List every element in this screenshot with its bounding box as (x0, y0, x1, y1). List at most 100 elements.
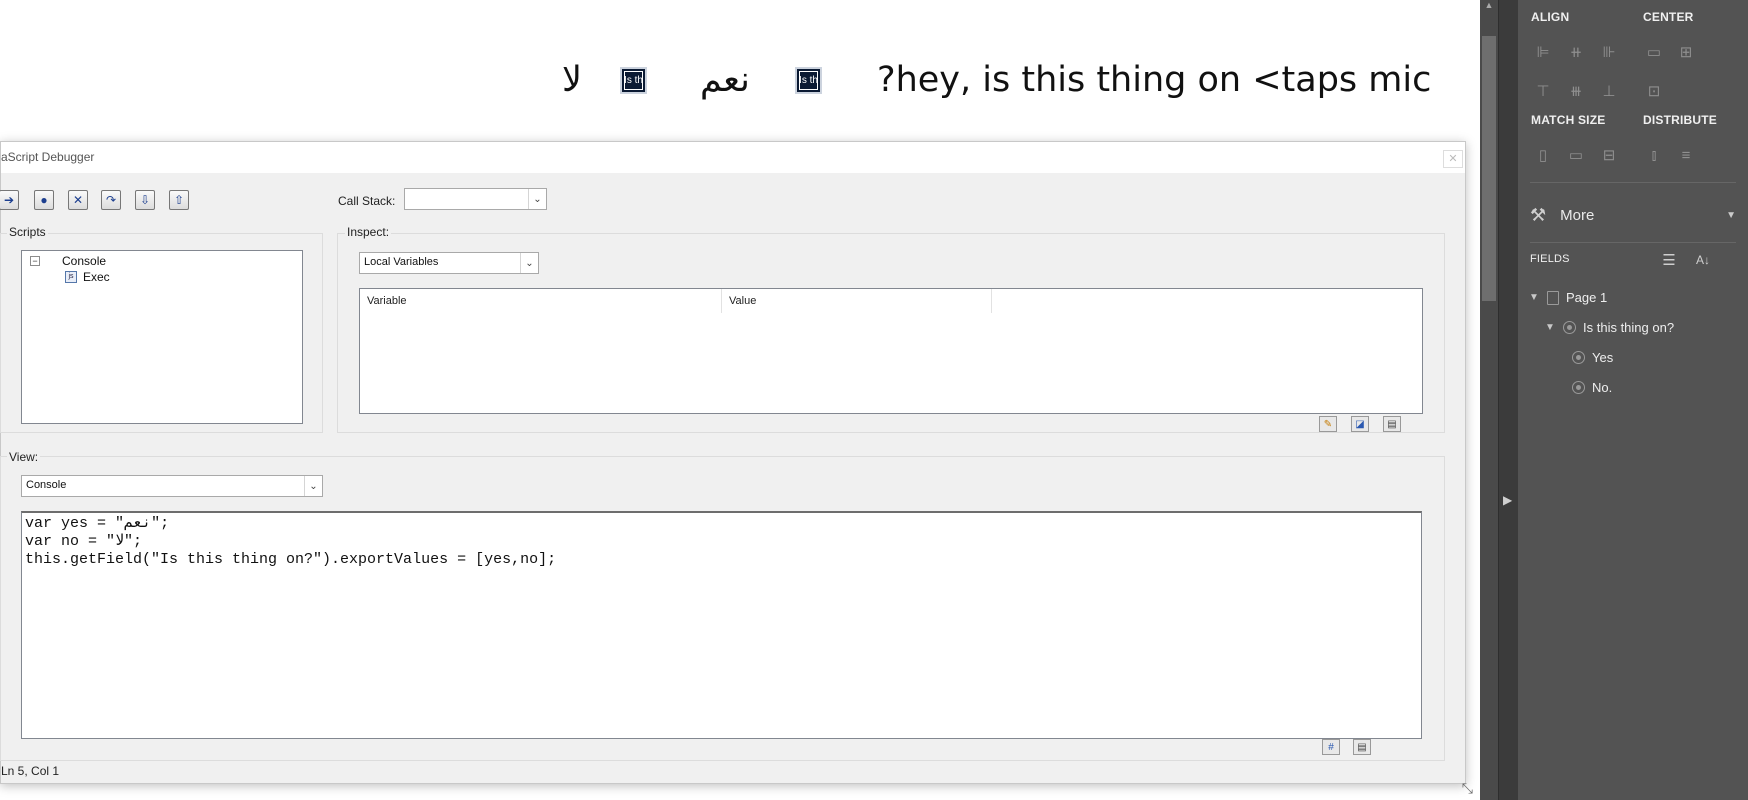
chevron-down-icon: ⌄ (528, 189, 546, 209)
chevron-down-icon[interactable]: ▼ (1544, 322, 1556, 333)
field-option-no-label: No. (1592, 380, 1613, 395)
match-size-title: MATCH SIZE (1531, 113, 1606, 127)
question-text-group: ?hey, is this thing on <taps mic (877, 55, 1431, 105)
fields-title: FIELDS (1530, 253, 1570, 265)
center-vertically-icon[interactable]: ⊞ (1675, 41, 1697, 63)
code-line: this.getField("Is this thing on?").expor… (25, 551, 557, 568)
resize-grip-icon[interactable]: ⤡ (1462, 780, 1473, 797)
delete-icon[interactable]: ▤ (1383, 416, 1401, 432)
code-line: var no = "لا"; (25, 533, 143, 550)
clear-console-icon[interactable]: ▤ (1353, 739, 1371, 755)
align-right-icon[interactable]: ⊪ (1598, 41, 1620, 63)
panel-gutter: ▶ (1498, 0, 1518, 800)
align-top-icon[interactable]: ⊤ (1532, 80, 1554, 102)
step-out-icon[interactable]: ⇧ (169, 190, 189, 210)
chevron-down-icon: ⌄ (520, 253, 538, 273)
scroll-up-icon[interactable]: ▲ (1480, 0, 1498, 14)
console-editor[interactable]: var yes = "نعم"; var no = "لا"; this.get… (21, 511, 1422, 739)
yes-option-text-group: نعم (700, 55, 750, 105)
align-bottom-icon[interactable]: ⊥ (1598, 80, 1620, 102)
field-option-no[interactable]: No. (1572, 380, 1612, 395)
inspect-select[interactable]: Local Variables ⌄ (359, 252, 539, 274)
inspect-label: Inspect: (345, 225, 392, 239)
field-option-yes[interactable]: Yes (1572, 350, 1613, 365)
debugger-titlebar[interactable]: aScript Debugger ✕ (1, 142, 1465, 173)
tree-item-console[interactable]: − Console (30, 254, 106, 268)
alphabetical-sort-icon[interactable]: A↓ (1692, 249, 1714, 271)
radio-group-icon (1563, 321, 1576, 334)
code-line: var yes = "نعم"; (25, 515, 170, 532)
script-icon: js (65, 271, 77, 283)
call-stack-select[interactable]: ⌄ (404, 188, 547, 210)
more-button[interactable]: ⚒ More ▼ (1530, 203, 1736, 227)
watch-icon[interactable]: ◪ (1351, 416, 1369, 432)
match-width-icon[interactable]: ▭ (1565, 144, 1587, 166)
view-select[interactable]: Console ⌄ (21, 475, 323, 497)
radio-button-icon (1572, 381, 1585, 394)
edit-icon[interactable]: ✎ (1319, 416, 1337, 432)
match-both-icon[interactable]: ⊟ (1598, 144, 1620, 166)
status-bar: Ln 5, Col 1 ⤡ (1, 761, 1473, 796)
page-icon (1547, 290, 1559, 305)
distribute-title: DISTRIBUTE (1643, 113, 1717, 127)
resume-icon[interactable]: ➔ (0, 190, 19, 210)
step-into-icon[interactable]: ⇩ (135, 190, 155, 210)
breakpoint-icon[interactable]: ● (34, 190, 54, 210)
radio-button-icon (1572, 351, 1585, 364)
align-center-horizontal-icon[interactable]: ⧺ (1565, 41, 1587, 63)
inspect-select-value: Local Variables (364, 256, 439, 268)
clear-icon[interactable]: ✕ (68, 190, 88, 210)
field-page-label: Page 1 (1566, 290, 1608, 305)
field-radio-group[interactable]: ▼ Is this thing on? (1544, 320, 1674, 335)
chevron-down-icon[interactable]: ▼ (1528, 292, 1540, 303)
javascript-debugger-window: aScript Debugger ✕ ➔ ● ✕ ↷ ⇩ ⇧ Call Stac… (0, 141, 1473, 796)
match-height-icon[interactable]: ▯ (1532, 144, 1554, 166)
no-option-text-group: لا (562, 55, 582, 105)
value-column-header[interactable]: Value (722, 289, 992, 313)
prepare-form-panel: ALIGN CENTER ⊫ ⧺ ⊪ ▭ ⊞ ⊤ ⧻ ⊥ ⊡ MATCH SIZ… (1518, 0, 1748, 800)
cursor-position: Ln 5, Col 1 (1, 764, 60, 778)
center-horizontally-icon[interactable]: ▭ (1643, 41, 1665, 63)
more-label: More (1560, 206, 1595, 224)
close-button[interactable]: ✕ (1443, 150, 1463, 168)
line-numbers-icon[interactable]: # (1322, 739, 1340, 755)
view-label: View: (7, 450, 41, 464)
scripts-tree[interactable]: − Console js Exec (21, 250, 303, 424)
field-group-label: Is this thing on? (1583, 320, 1675, 335)
tree-item-console-label: Console (62, 254, 107, 268)
call-stack-label: Call Stack: (338, 194, 396, 208)
distribute-vertically-icon[interactable]: ≡ (1675, 144, 1697, 166)
view-select-value: Console (26, 479, 67, 491)
debugger-title: aScript Debugger (1, 150, 95, 164)
question-text: ?hey, is this thing on <taps mic (877, 60, 1432, 100)
scripts-label: Scripts (7, 225, 48, 239)
align-left-icon[interactable]: ⊫ (1532, 41, 1554, 63)
center-both-icon[interactable]: ⊡ (1643, 80, 1665, 102)
align-title: ALIGN (1531, 10, 1570, 24)
no-radio-button-wrap: Is th (620, 55, 647, 105)
collapse-panel-icon[interactable]: ▶ (1503, 493, 1512, 507)
chevron-down-icon: ▼ (1726, 209, 1736, 221)
collapse-icon[interactable]: − (30, 256, 40, 266)
align-middle-icon[interactable]: ⧻ (1565, 80, 1587, 102)
yes-radio-button[interactable]: Is th (795, 66, 822, 94)
field-page-1[interactable]: ▼ Page 1 (1528, 290, 1607, 305)
step-over-icon[interactable]: ↷ (101, 190, 121, 210)
no-option-text: لا (562, 60, 582, 100)
tree-item-exec-label: Exec (83, 270, 110, 284)
no-radio-button[interactable]: Is th (620, 66, 647, 94)
sort-icon[interactable]: ☰ (1658, 249, 1680, 271)
variable-column-header[interactable]: Variable (360, 289, 722, 313)
yes-radio-button-wrap: Is th (795, 55, 822, 105)
scrollbar-thumb[interactable] (1482, 36, 1496, 301)
distribute-horizontally-icon[interactable]: ⫾ (1643, 144, 1665, 166)
variables-list[interactable]: Variable Value (359, 288, 1423, 414)
center-title: CENTER (1643, 10, 1694, 24)
tools-icon: ⚒ (1530, 204, 1547, 225)
document-scrollbar[interactable]: ▲ (1480, 0, 1498, 800)
yes-option-text: نعم (700, 60, 750, 100)
tree-item-exec[interactable]: js Exec (65, 270, 110, 284)
divider (1530, 242, 1736, 243)
divider (1530, 182, 1736, 183)
field-option-yes-label: Yes (1592, 350, 1614, 365)
